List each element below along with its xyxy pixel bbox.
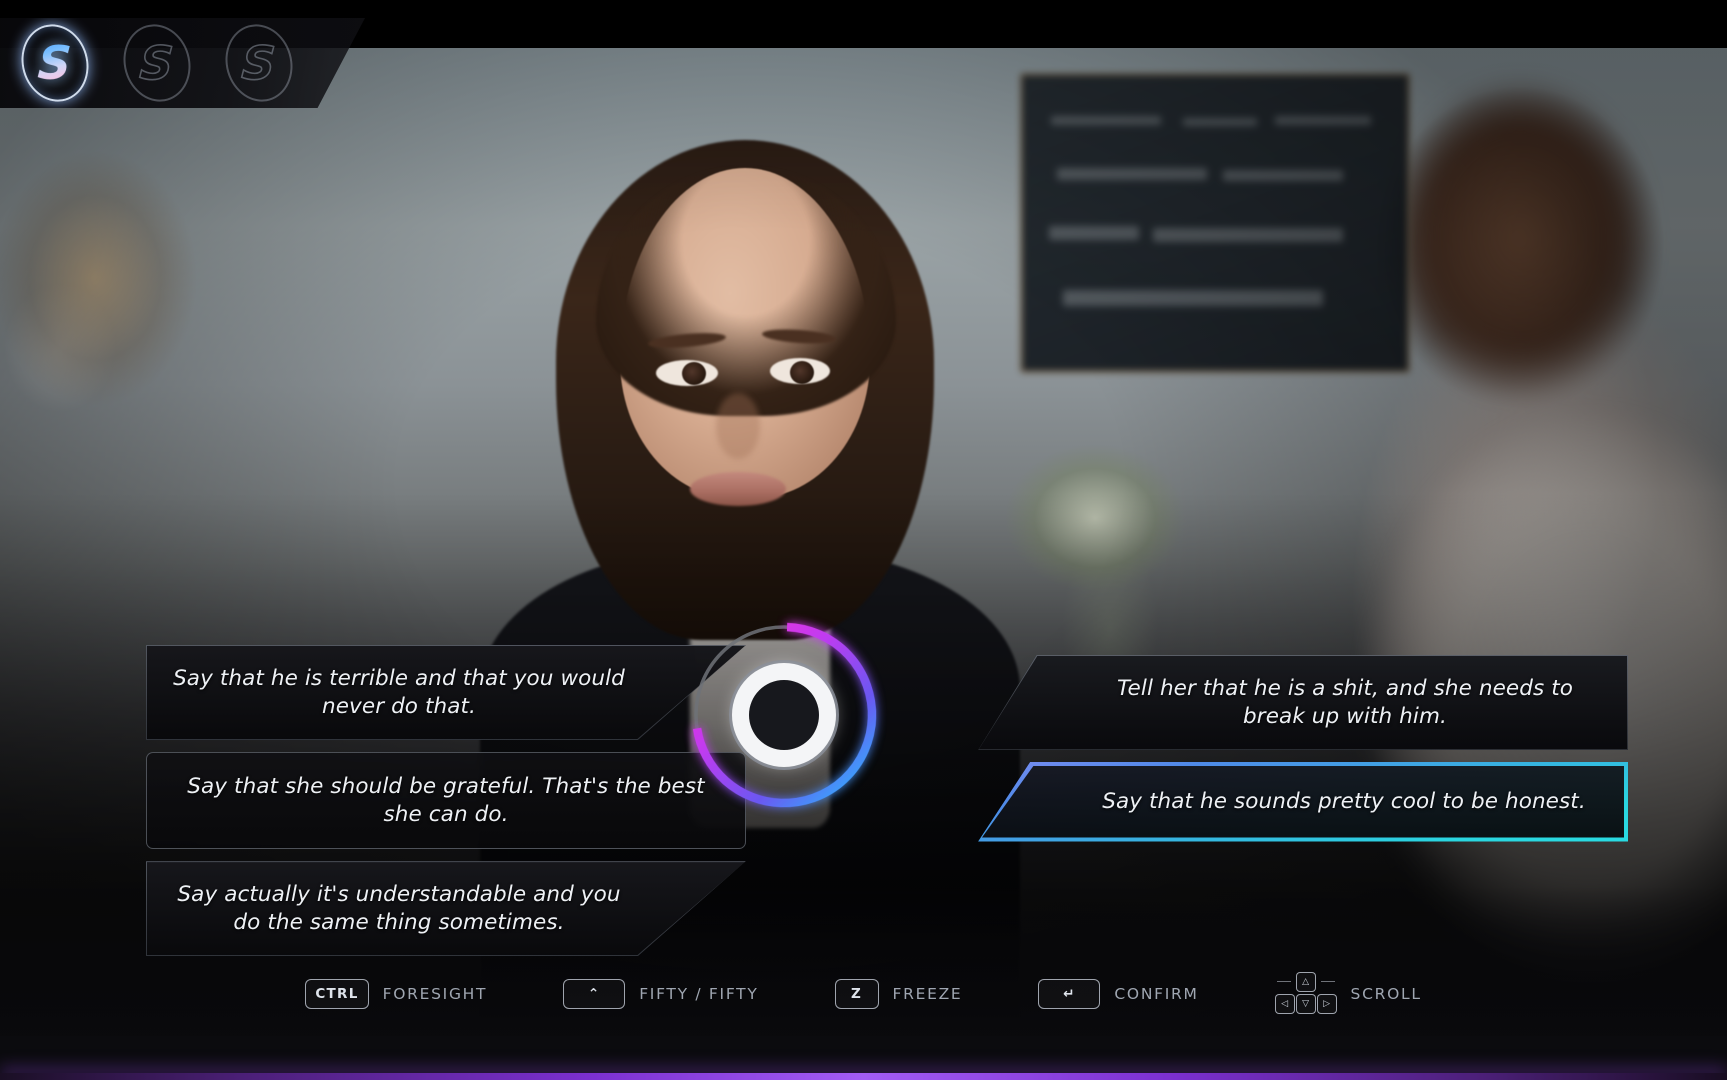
key-ctrl: CTRL [305,979,369,1009]
character-head [620,168,870,498]
dialogue-options-right: Tell her that he is a shit, and she need… [978,655,1628,854]
hint-label-confirm: CONFIRM [1114,985,1199,1003]
hint-freeze[interactable]: Z FREEZE [834,979,963,1009]
dpad-up-icon: △ [1295,972,1316,992]
hint-fifty-fifty[interactable]: ⌃ FIFTY / FIFTY [563,979,758,1009]
dialogue-option-text: Say that she should be grateful. That's … [187,774,705,827]
hint-foresight[interactable]: CTRL FORESIGHT [305,979,487,1009]
dpad-icon: △ ◁ ▽ ▷ [1274,972,1337,1016]
hint-scroll[interactable]: △ ◁ ▽ ▷ SCROLL [1274,972,1422,1016]
dpad-right-icon: ▷ [1316,994,1337,1014]
hint-confirm[interactable]: ↵ CONFIRM [1038,979,1198,1009]
dialogue-option-right-2-selected[interactable]: Say that he sounds pretty cool to be hon… [978,762,1628,842]
bottom-accent-bar [0,1073,1727,1080]
skill-s-icon: S [36,36,74,90]
dialogue-option-text: Say that he sounds pretty cool to be hon… [1102,789,1586,815]
dialogue-option-text: Tell her that he is a shit, and she need… [1116,676,1574,729]
character-hair [556,140,934,640]
dialogue-options-left: Say that he is terrible and that you wou… [146,645,746,968]
hint-label-fifty-fifty: FIFTY / FIFTY [639,985,759,1003]
dialogue-timer [681,612,887,818]
dialogue-option-text: Say actually it's understandable and you… [177,882,621,935]
hint-label-foresight: FORESIGHT [382,985,488,1003]
skill-bar: S S S [0,18,365,108]
control-hints-bar: CTRL FORESIGHT ⌃ FIFTY / FIFTY Z FREEZE … [0,958,1727,1030]
dialogue-option-right-1[interactable]: Tell her that he is a shit, and she need… [978,655,1628,751]
skill-slot-3[interactable]: S [216,18,302,108]
dialogue-option-left-1[interactable]: Say that he is terrible and that you wou… [146,645,746,741]
dpad-down-icon: ▽ [1295,994,1316,1014]
dialogue-option-left-2[interactable]: Say that she should be grateful. That's … [146,752,746,850]
key-enter-icon: ↵ [1038,979,1101,1009]
timer-hub [732,663,836,767]
game-screen: S S S Say that he is terrible and that y… [0,0,1727,1080]
key-shift-icon: ⌃ [563,979,626,1009]
key-z: Z [834,979,879,1009]
background-person-right [1330,58,1727,1018]
skill-slot-1[interactable]: S [12,18,98,108]
hint-label-freeze: FREEZE [892,985,963,1003]
skill-s-icon: S [240,35,279,91]
skill-s-icon: S [138,35,177,91]
background-chalkboard [1020,73,1410,373]
hint-label-scroll: SCROLL [1350,985,1422,1003]
dpad-left-icon: ◁ [1274,994,1295,1014]
dialogue-option-text: Say that he is terrible and that you wou… [173,666,625,719]
dialogue-option-left-3[interactable]: Say actually it's understandable and you… [146,861,746,957]
skill-slot-2[interactable]: S [114,18,200,108]
